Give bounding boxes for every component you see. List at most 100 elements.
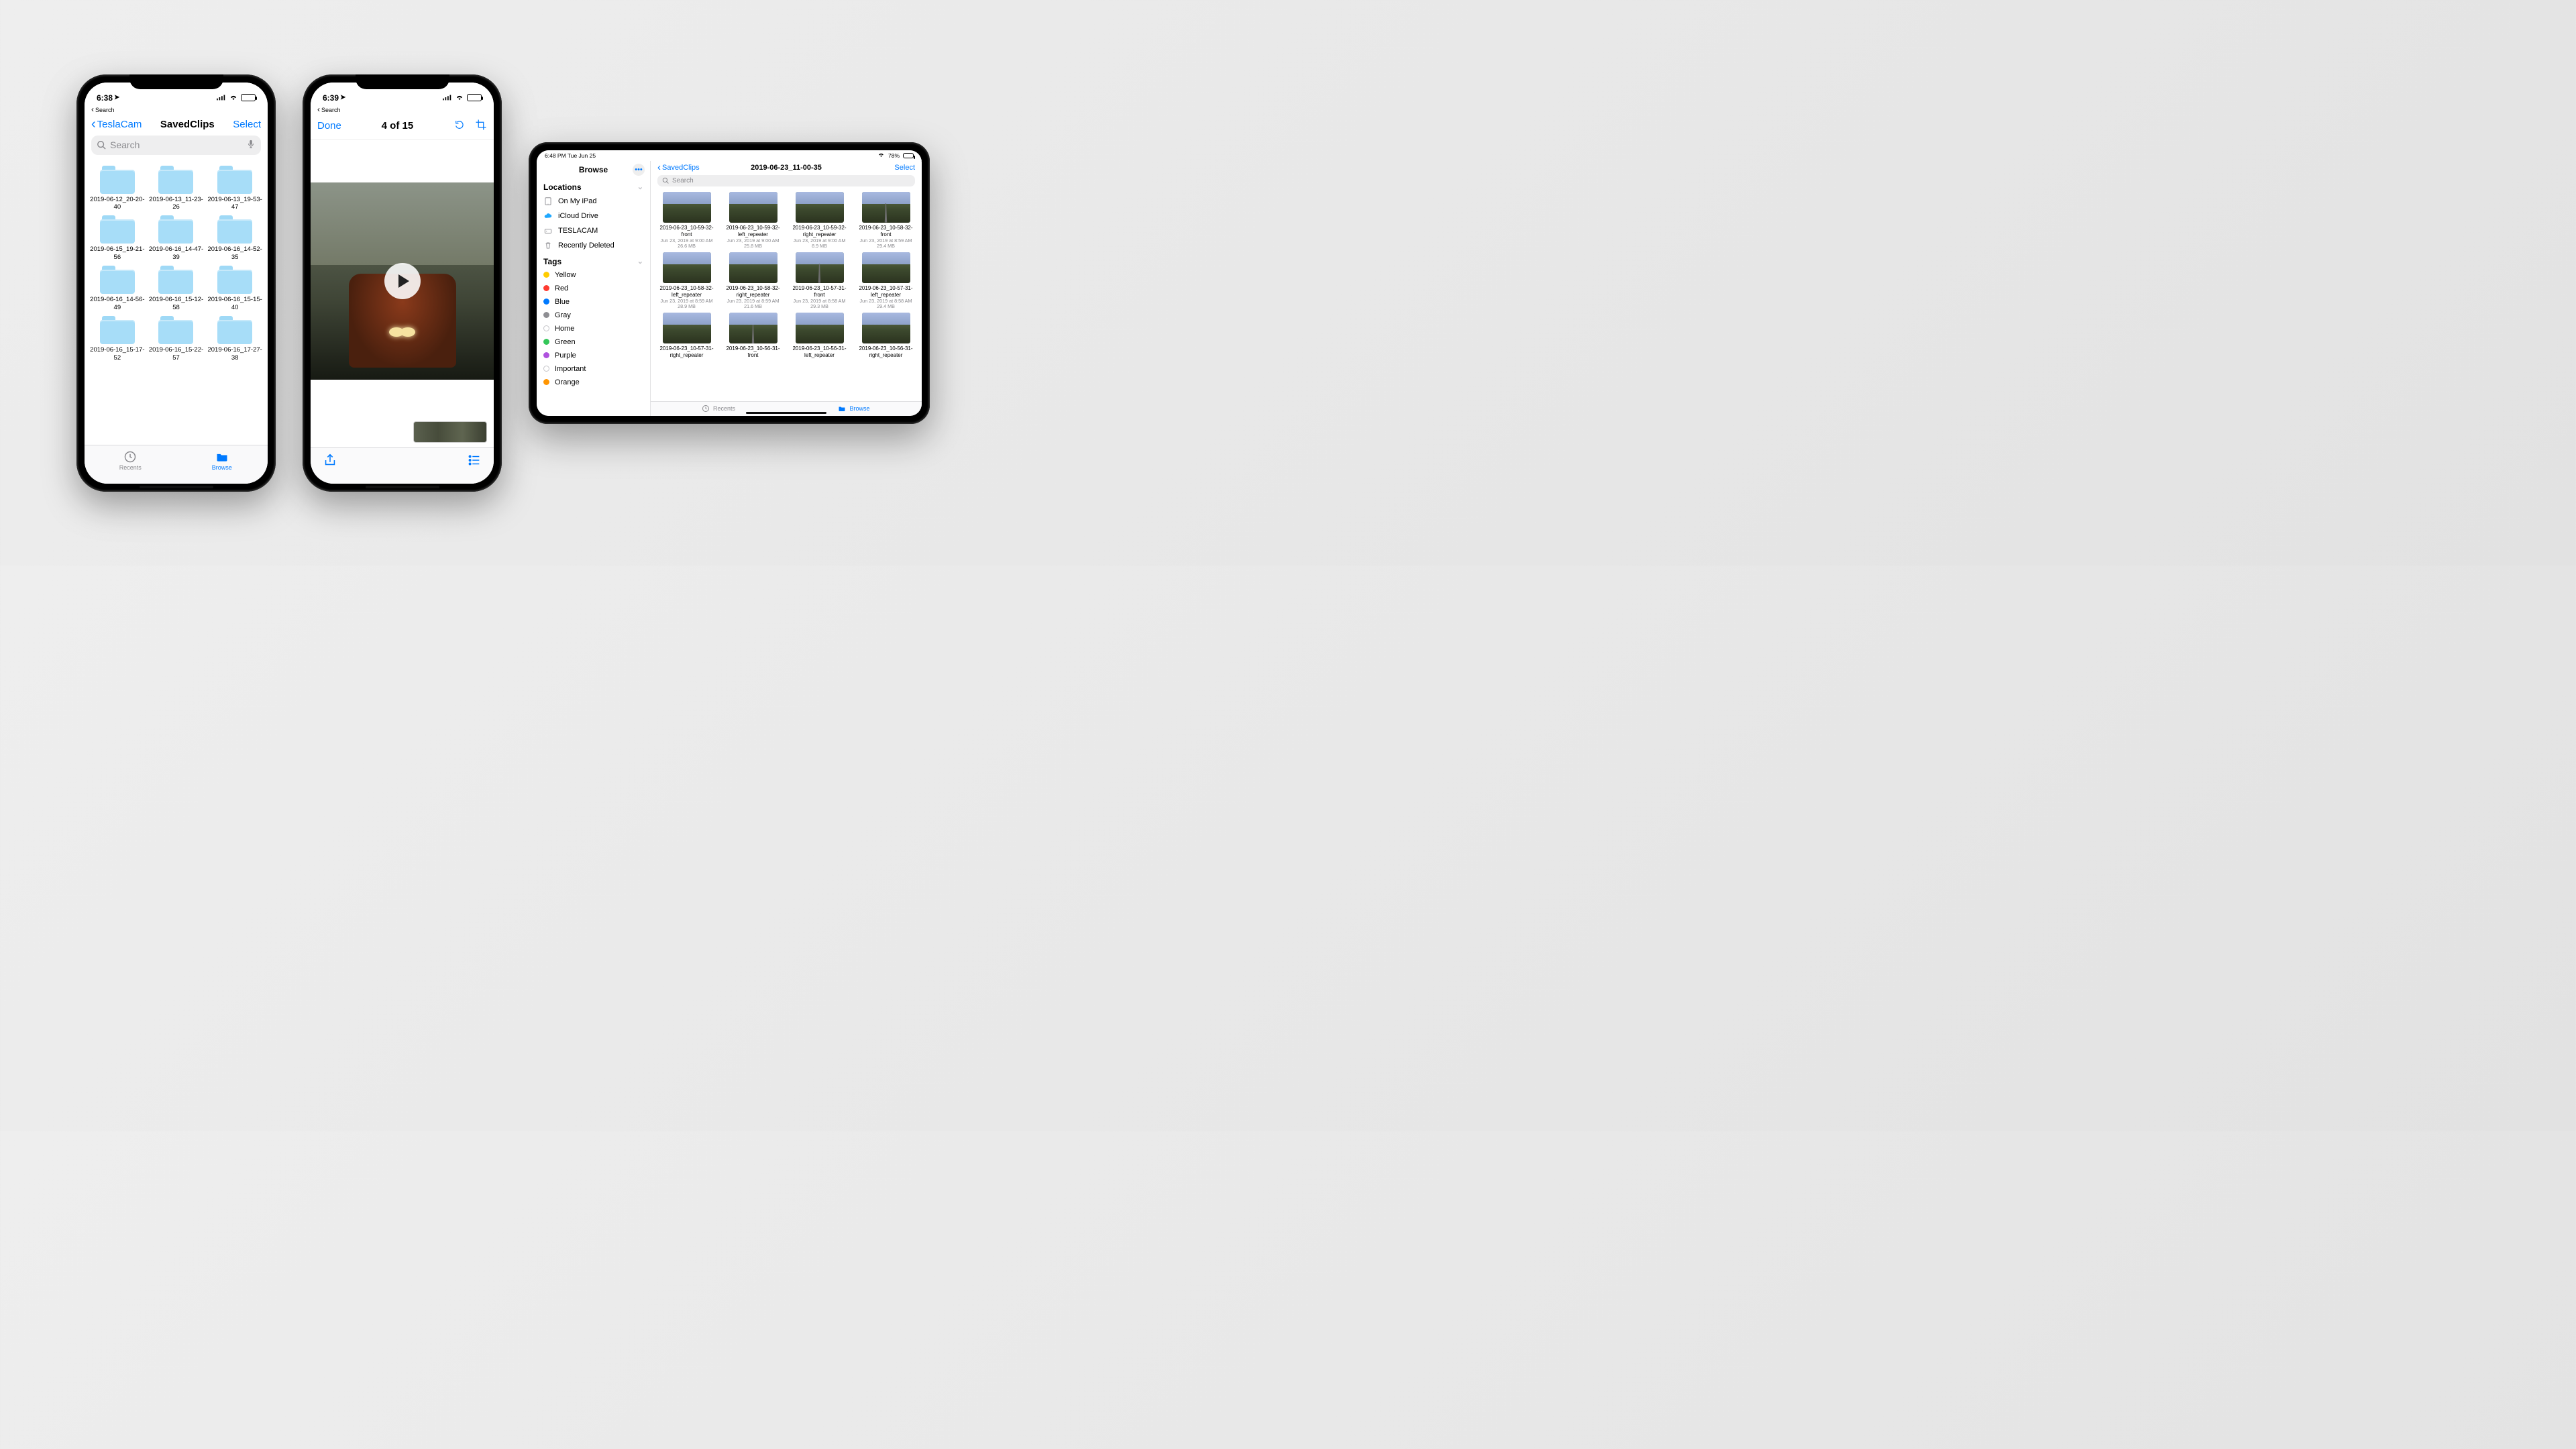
sidebar-tag[interactable]: Important xyxy=(537,362,650,376)
folder-item[interactable]: 2019-06-16_14-52-35 xyxy=(206,214,264,262)
folder-item[interactable]: 2019-06-15_19-21-56 xyxy=(89,214,146,262)
video-file[interactable]: 2019-06-23_10-57-31-right_repeater xyxy=(656,313,717,359)
video-thumbnail xyxy=(663,192,711,223)
folder-item[interactable]: 2019-06-13_11-23-26 xyxy=(148,164,205,212)
back-label: SavedClips xyxy=(662,164,700,172)
file-name: 2019-06-23_10-59-32-left_repeater xyxy=(722,225,784,238)
video-file[interactable]: 2019-06-23_10-58-32-frontJun 23, 2019 at… xyxy=(855,192,916,250)
video-thumbnail xyxy=(729,252,777,283)
sidebar-tag[interactable]: Home xyxy=(537,322,650,335)
back-to-search[interactable]: Search xyxy=(311,104,494,116)
video-file[interactable]: 2019-06-23_10-56-31-right_repeater xyxy=(855,313,916,359)
file-name: 2019-06-23_10-57-31-left_repeater xyxy=(855,285,916,299)
sidebar-tag[interactable]: Red xyxy=(537,282,650,295)
video-file[interactable]: 2019-06-23_10-56-31-left_repeater xyxy=(789,313,850,359)
video-thumbnail xyxy=(663,252,711,283)
trash-icon xyxy=(543,241,553,250)
sidebar-item-label: Red xyxy=(555,284,568,292)
back-to-search[interactable]: Search xyxy=(85,104,268,116)
rotate-icon[interactable] xyxy=(453,119,466,133)
sidebar-tag[interactable]: Gray xyxy=(537,309,650,322)
folder-item[interactable]: 2019-06-16_15-17-52 xyxy=(89,315,146,362)
tag-dot-icon xyxy=(543,285,549,291)
video-file[interactable]: 2019-06-23_10-59-32-right_repeaterJun 23… xyxy=(789,192,850,250)
file-name: 2019-06-23_10-57-31-front xyxy=(789,285,850,299)
tag-dot-icon xyxy=(543,272,549,278)
search-placeholder: Search xyxy=(672,177,694,184)
chevron-left-icon: ‹ xyxy=(91,119,96,129)
video-preview[interactable] xyxy=(311,182,494,380)
folder-item[interactable]: 2019-06-16_15-22-57 xyxy=(148,315,205,362)
sidebar-item-label: Home xyxy=(555,325,574,333)
tags-header[interactable]: Tags ⌄ xyxy=(537,253,650,268)
crop-icon[interactable] xyxy=(475,119,487,133)
select-button[interactable]: Select xyxy=(233,119,261,130)
folder-item[interactable]: 2019-06-16_17-27-38 xyxy=(206,315,264,362)
tab-recents-label: Recents xyxy=(713,405,735,412)
filmstrip[interactable] xyxy=(311,421,494,447)
sidebar-location[interactable]: On My iPad xyxy=(537,194,650,209)
folder-icon xyxy=(217,215,252,244)
folder-icon xyxy=(217,166,252,194)
more-button[interactable]: ••• xyxy=(633,164,645,176)
folder-item[interactable]: 2019-06-16_14-47-39 xyxy=(148,214,205,262)
search-input[interactable]: Search xyxy=(91,136,261,155)
back-button[interactable]: ‹ TeslaCam xyxy=(91,119,142,130)
video-file[interactable]: 2019-06-23_10-59-32-frontJun 23, 2019 at… xyxy=(656,192,717,250)
sidebar-tag[interactable]: Yellow xyxy=(537,268,650,282)
sidebar-location[interactable]: Recently Deleted xyxy=(537,238,650,253)
toolbar xyxy=(311,447,494,484)
iphone-files-savedclips: 6:38 ➤ Search ‹ TeslaCam SavedCli xyxy=(76,74,276,492)
page-title: 2019-06-23_11-00-35 xyxy=(751,164,822,172)
tab-recents[interactable]: Recents xyxy=(85,445,176,476)
ipad-icon xyxy=(543,197,553,206)
video-file[interactable]: 2019-06-23_10-56-31-front xyxy=(722,313,784,359)
file-meta: Jun 23, 2019 at 8:59 AM28.9 MB xyxy=(656,299,717,310)
folder-item[interactable]: 2019-06-16_14-56-49 xyxy=(89,264,146,312)
signal-icon xyxy=(443,93,452,103)
notch xyxy=(129,74,223,89)
select-button[interactable]: Select xyxy=(894,164,915,172)
sidebar-location[interactable]: TESLACAM xyxy=(537,223,650,238)
microphone-icon[interactable] xyxy=(246,140,256,151)
search-input[interactable]: Search xyxy=(657,175,915,186)
sidebar-tag[interactable]: Orange xyxy=(537,376,650,389)
locations-header[interactable]: Locations ⌄ xyxy=(537,178,650,194)
sidebar-header: Browse ••• xyxy=(537,161,650,178)
sidebar-item-label: Important xyxy=(555,365,586,373)
sidebar-item-label: On My iPad xyxy=(558,197,596,205)
chevron-down-icon: ⌄ xyxy=(637,182,643,191)
sidebar-tag[interactable]: Blue xyxy=(537,295,650,309)
home-indicator[interactable] xyxy=(366,486,439,488)
tab-browse-label: Browse xyxy=(212,464,232,471)
folder-item[interactable]: 2019-06-16_15-15-40 xyxy=(206,264,264,312)
nav-bar: ‹ TeslaCam SavedClips Select xyxy=(85,116,268,136)
status-time: 6:38 xyxy=(97,93,113,103)
file-name: 2019-06-23_10-58-32-left_repeater xyxy=(656,285,717,299)
video-file[interactable]: 2019-06-23_10-58-32-right_repeaterJun 23… xyxy=(722,252,784,310)
folder-item[interactable]: 2019-06-12_20-20-40 xyxy=(89,164,146,212)
video-file[interactable]: 2019-06-23_10-58-32-left_repeaterJun 23,… xyxy=(656,252,717,310)
share-icon[interactable] xyxy=(323,453,337,471)
tab-browse[interactable]: Browse xyxy=(176,445,268,476)
video-thumbnail xyxy=(729,192,777,223)
done-button[interactable]: Done xyxy=(317,120,341,131)
wifi-icon xyxy=(455,93,464,103)
folder-item[interactable]: 2019-06-13_19-53-47 xyxy=(206,164,264,212)
home-indicator[interactable] xyxy=(140,486,213,488)
folder-item[interactable]: 2019-06-16_15-12-58 xyxy=(148,264,205,312)
sidebar-tag[interactable]: Green xyxy=(537,335,650,349)
play-button[interactable] xyxy=(384,263,421,299)
folder-name: 2019-06-16_15-22-57 xyxy=(148,346,205,362)
sidebar-location[interactable]: iCloud Drive xyxy=(537,209,650,223)
sidebar-tag[interactable]: Purple xyxy=(537,349,650,362)
back-button[interactable]: ‹ SavedClips xyxy=(657,164,700,172)
list-icon[interactable] xyxy=(467,453,482,471)
video-file[interactable]: 2019-06-23_10-57-31-left_repeaterJun 23,… xyxy=(855,252,916,310)
status-time-date: 6:48 PM Tue Jun 25 xyxy=(545,152,596,159)
video-file[interactable]: 2019-06-23_10-59-32-left_repeaterJun 23,… xyxy=(722,192,784,250)
folder-icon xyxy=(100,266,135,294)
tag-dot-icon xyxy=(543,352,549,358)
video-file[interactable]: 2019-06-23_10-57-31-frontJun 23, 2019 at… xyxy=(789,252,850,310)
clock-icon xyxy=(123,450,138,464)
